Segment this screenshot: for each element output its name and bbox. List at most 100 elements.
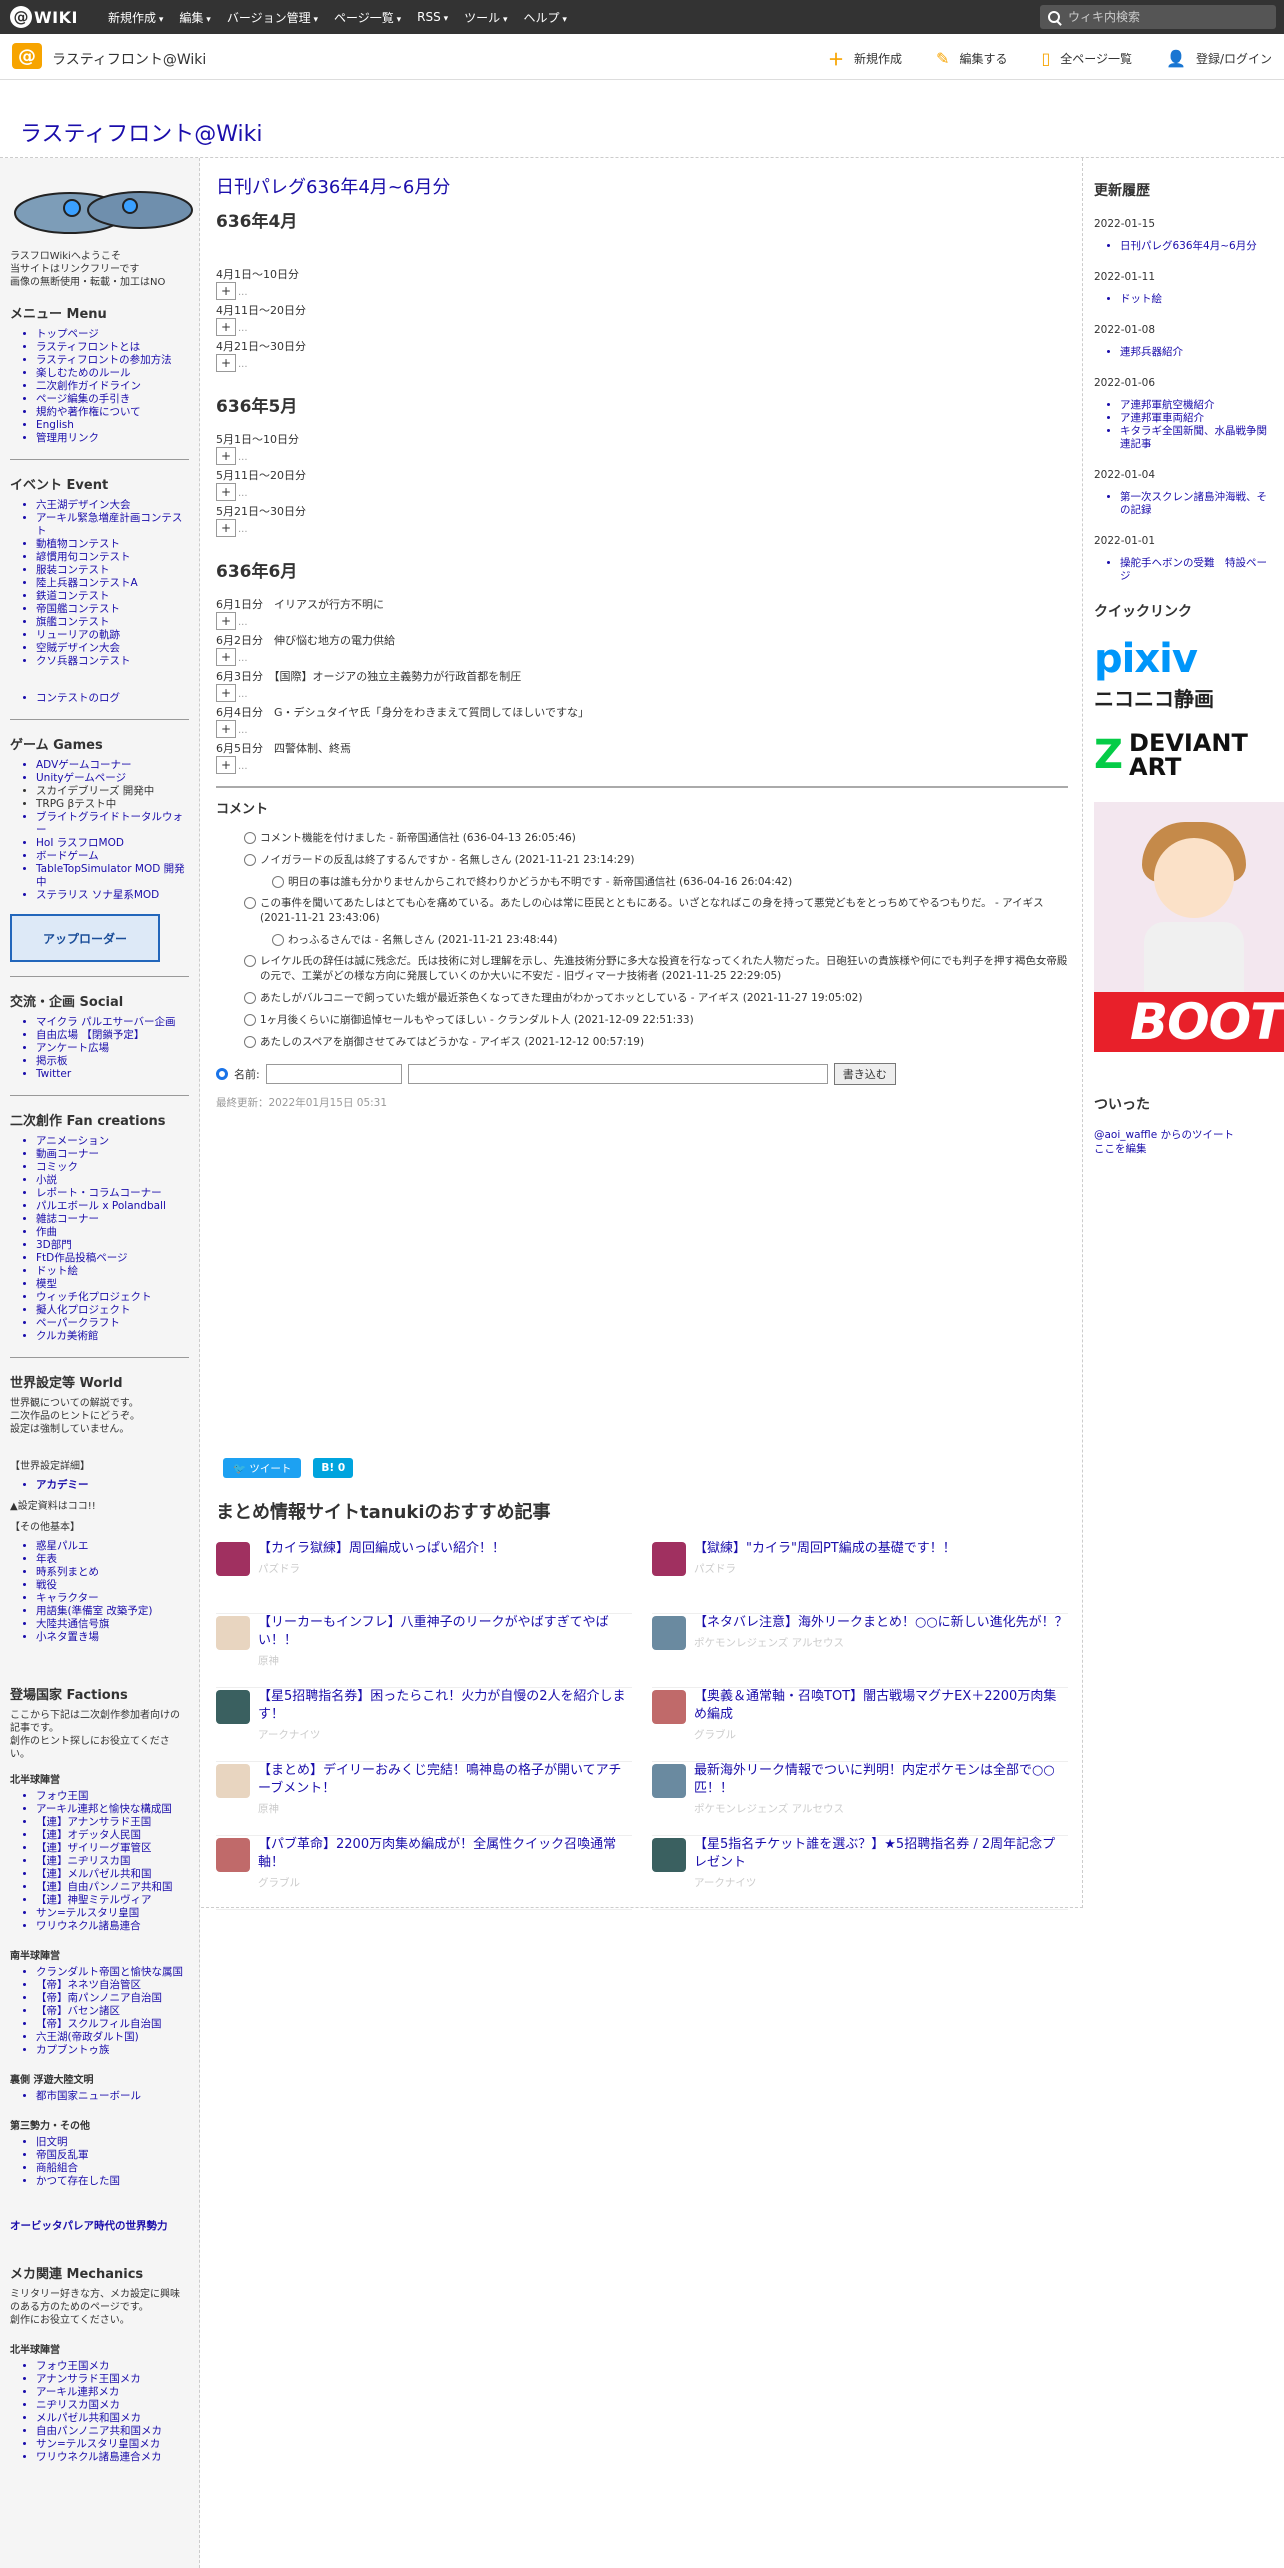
recommend-title[interactable]: 【獄練】"カイラ"周回PT編成の基礎です！！ bbox=[694, 1540, 956, 1558]
top-nav-item[interactable]: ツール bbox=[464, 9, 507, 26]
recommend-item[interactable]: 【まとめ】デイリーおみくじ完結！鳴神島の格子が開いてアチーブメント！ 原神 bbox=[216, 1762, 632, 1836]
game-link[interactable]: ADVゲームコーナー bbox=[36, 759, 189, 772]
fan-link[interactable]: 雑誌コーナー bbox=[36, 1213, 189, 1226]
faction-link[interactable]: 商船組合 bbox=[36, 2162, 189, 2175]
site-name[interactable]: ラスティフロント@Wiki bbox=[52, 49, 206, 69]
contest-log-link[interactable]: コンテストのログ bbox=[36, 692, 189, 705]
fan-link[interactable]: 動画コーナー bbox=[36, 1148, 189, 1161]
twitter-timeline-link[interactable]: @aoi_waffle からのツイート bbox=[1094, 1128, 1234, 1142]
game-link[interactable]: ステラリス ソナ星系MOD bbox=[36, 889, 189, 902]
world-link[interactable]: 年表 bbox=[36, 1553, 189, 1566]
history-link[interactable]: 操舵手ヘボンの受難 特設ページ bbox=[1120, 557, 1274, 583]
login-button[interactable]: 👤 登録/ログイン bbox=[1166, 46, 1272, 70]
recommend-title[interactable]: 最新海外リーク情報でついに判明！内定ポケモンは全部で○○匹！！ bbox=[694, 1762, 1068, 1798]
fan-link[interactable]: ウィッチ化プロジェクト bbox=[36, 1291, 189, 1304]
fan-link[interactable]: ペーパークラフト bbox=[36, 1317, 189, 1330]
reply-radio[interactable] bbox=[244, 897, 256, 909]
faction-link[interactable]: 【帝】スクルフィル自治国 bbox=[36, 2018, 189, 2031]
menu-link[interactable]: English bbox=[36, 419, 189, 432]
faction-link[interactable]: カプブントゥ族 bbox=[36, 2044, 189, 2057]
menu-link[interactable]: 楽しむためのルール bbox=[36, 367, 189, 380]
expand-toggle-button[interactable]: + bbox=[216, 519, 236, 537]
faction-link[interactable]: 【帝】南パンノニア自治国 bbox=[36, 1992, 189, 2005]
game-link[interactable]: ブライトグライドトータルウォー bbox=[36, 811, 189, 837]
history-link[interactable]: 連邦兵器紹介 bbox=[1120, 346, 1274, 359]
expand-toggle-button[interactable]: + bbox=[216, 447, 236, 465]
game-link[interactable]: HoI ラスフロMOD bbox=[36, 837, 189, 850]
recommend-title[interactable]: 【リーカーもインフレ】八重神子のリークがやばすぎてやばい！！ bbox=[258, 1614, 632, 1650]
fan-link[interactable]: クルカ美術館 bbox=[36, 1330, 189, 1343]
social-link[interactable]: 掲示板 bbox=[36, 1055, 189, 1068]
faction-link[interactable]: 【帝】バセン諸区 bbox=[36, 2005, 189, 2018]
expand-toggle-button[interactable]: + bbox=[216, 318, 236, 336]
top-nav-item[interactable]: 編集 bbox=[179, 9, 210, 26]
reply-radio[interactable] bbox=[272, 934, 284, 946]
event-link[interactable]: 諺慣用句コンテスト bbox=[36, 551, 189, 564]
edit-button[interactable]: ✎ 編集する bbox=[936, 46, 1007, 70]
faction-link[interactable]: 【連】オデッタ人民国 bbox=[36, 1829, 189, 1842]
menu-link[interactable]: 二次創作ガイドライン bbox=[36, 380, 189, 393]
recommend-title[interactable]: 【カイラ獄練】周回編成いっぱい紹介！！ bbox=[258, 1540, 505, 1558]
faction-link[interactable]: 六王湖(帝政ダルト国) bbox=[36, 2031, 189, 2044]
history-link[interactable]: ドット絵 bbox=[1120, 293, 1274, 306]
event-link[interactable]: 帝国艦コンテスト bbox=[36, 603, 189, 616]
mecha-link[interactable]: ニヂリスカ国メカ bbox=[36, 2399, 189, 2412]
recommend-title[interactable]: 【星5招聘指名券】困ったらこれ！火力が自慢の2人を紹介します！ bbox=[258, 1688, 632, 1724]
recommend-item[interactable]: 【獄練】"カイラ"周回PT編成の基礎です！！ パズドラ bbox=[652, 1540, 1068, 1614]
recommend-title[interactable]: 【星5指名チケット誰を選ぶ？】★5招聘指名券 / 2周年記念プレゼント bbox=[694, 1836, 1068, 1872]
event-link[interactable]: アーキル緊急増産計画コンテスト bbox=[36, 512, 189, 538]
game-link[interactable]: TableTopSimulator MOD 開発中 bbox=[36, 863, 189, 889]
event-link[interactable]: クソ兵器コンテスト bbox=[36, 655, 189, 668]
history-link[interactable]: 第一次スクレン諸島沖海戦、その記録 bbox=[1120, 491, 1274, 517]
reply-radio[interactable] bbox=[244, 1014, 256, 1026]
faction-link[interactable]: 【連】ザイリーグ軍管区 bbox=[36, 1842, 189, 1855]
top-nav-item[interactable]: 新規作成 bbox=[108, 9, 163, 26]
fan-link[interactable]: 作曲 bbox=[36, 1226, 189, 1239]
tweet-button[interactable]: 🐦 ツイート bbox=[223, 1458, 302, 1478]
uploader-banner[interactable]: アップローダー bbox=[10, 914, 160, 962]
expand-toggle-button[interactable]: + bbox=[216, 354, 236, 372]
boot-banner-ad[interactable]: BOOT bbox=[1094, 802, 1284, 1052]
fan-link[interactable]: 模型 bbox=[36, 1278, 189, 1291]
faction-link[interactable]: かつて存在した国 bbox=[36, 2175, 189, 2188]
game-link[interactable]: Unityゲームページ bbox=[36, 772, 189, 785]
event-link[interactable]: 六王湖デザイン大会 bbox=[36, 499, 189, 512]
faction-link[interactable]: 【連】自由パンノニア共和国 bbox=[36, 1881, 189, 1894]
recommend-title[interactable]: 【まとめ】デイリーおみくじ完結！鳴神島の格子が開いてアチーブメント！ bbox=[258, 1762, 632, 1798]
recommend-item[interactable]: 【ネタバレ注意】海外リークまとめ！○○に新しい進化先が！？ ポケモンレジェンズ ア… bbox=[652, 1614, 1068, 1688]
faction-link[interactable]: 帝国反乱軍 bbox=[36, 2149, 189, 2162]
expand-toggle-button[interactable]: + bbox=[216, 648, 236, 666]
expand-toggle-button[interactable]: + bbox=[216, 684, 236, 702]
expand-toggle-button[interactable]: + bbox=[216, 282, 236, 300]
site-logo-icon[interactable]: @ bbox=[12, 43, 42, 69]
faction-link[interactable]: 都市国家ニューボール bbox=[36, 2090, 189, 2103]
faction-link[interactable]: フォウ王国 bbox=[36, 1790, 189, 1803]
fan-link[interactable]: ドット絵 bbox=[36, 1265, 189, 1278]
mecha-link[interactable]: サン=テルスタリ皇国メカ bbox=[36, 2438, 189, 2451]
name-input[interactable] bbox=[265, 1064, 402, 1084]
reply-radio[interactable] bbox=[244, 955, 256, 967]
recommend-item[interactable]: 【リーカーもインフレ】八重神子のリークがやばすぎてやばい！！ 原神 bbox=[216, 1614, 632, 1688]
menu-link[interactable]: ラスティフロントとは bbox=[36, 341, 189, 354]
social-link[interactable]: アンケート広場 bbox=[36, 1042, 189, 1055]
reply-radio[interactable] bbox=[244, 854, 256, 866]
fan-link[interactable]: FtD作品投稿ページ bbox=[36, 1252, 189, 1265]
faction-link[interactable]: 【帝】ネネツ自治管区 bbox=[36, 1979, 189, 1992]
world-link[interactable]: 用語集(準備室 改築予定) bbox=[36, 1605, 189, 1618]
reply-radio[interactable] bbox=[244, 992, 256, 1004]
history-link[interactable]: 日刊パレグ636年4月~6月分 bbox=[1120, 240, 1274, 253]
reply-radio[interactable] bbox=[272, 876, 284, 888]
wiki-logo[interactable]: @ WIKI bbox=[10, 6, 78, 28]
faction-link[interactable]: サン=テルスタリ皇国 bbox=[36, 1907, 189, 1920]
recommend-item[interactable]: 【奥義＆通常軸・召喚TOT】闇古戦場マグナEX＋2200万肉集め編成 グラブル bbox=[652, 1688, 1068, 1762]
event-link[interactable]: 服装コンテスト bbox=[36, 564, 189, 577]
recommend-item[interactable]: 【パブ革命】2200万肉集め編成が！全属性クイック召喚通常軸！ グラブル bbox=[216, 1836, 632, 1910]
expand-toggle-button[interactable]: + bbox=[216, 612, 236, 630]
era-link[interactable]: オービッタパレア時代の世界勢力 bbox=[10, 2218, 189, 2233]
all-pages-button[interactable]: ▯ 全ページ一覧 bbox=[1041, 46, 1132, 70]
event-link[interactable]: 空賊デザイン大会 bbox=[36, 642, 189, 655]
fan-link[interactable]: レポート・コラムコーナー bbox=[36, 1187, 189, 1200]
expand-toggle-button[interactable]: + bbox=[216, 756, 236, 774]
comment-input[interactable] bbox=[407, 1064, 828, 1084]
faction-link[interactable]: 【連】ニヂリスカ国 bbox=[36, 1855, 189, 1868]
